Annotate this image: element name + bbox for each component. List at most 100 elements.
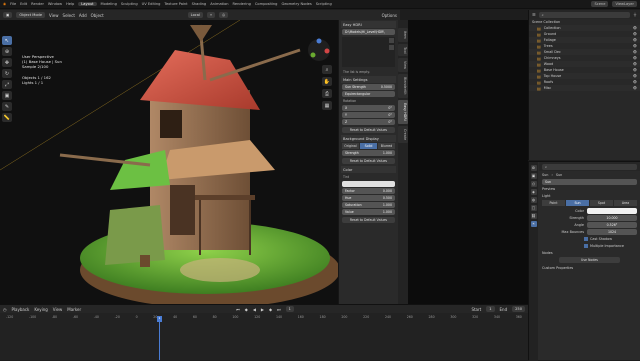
tab-layout[interactable]: Layout: [78, 2, 97, 6]
tab-modeling[interactable]: Modeling: [101, 2, 117, 6]
remove-icon[interactable]: [389, 45, 394, 50]
menu-playback[interactable]: Playback: [12, 307, 30, 312]
pan-icon[interactable]: ✋: [322, 77, 332, 86]
jump-end-icon[interactable]: ⏭: [277, 307, 281, 312]
menu-add[interactable]: Add: [79, 13, 87, 18]
preview-header[interactable]: Preview: [539, 185, 640, 192]
visibility-icon[interactable]: 👁: [633, 86, 640, 90]
tab-blenderkit[interactable]: BlenderKit: [398, 74, 408, 98]
menu-timeline-view[interactable]: View: [53, 307, 63, 312]
visibility-icon[interactable]: 👁: [633, 32, 640, 36]
properties-search[interactable]: ⌕: [542, 163, 637, 170]
current-frame-field[interactable]: 1: [285, 306, 294, 312]
tab-compositing[interactable]: Compositing: [255, 2, 278, 6]
bg-solid-button[interactable]: Solid: [360, 143, 377, 149]
sun-button[interactable]: Sun: [566, 200, 589, 206]
tab-uv-editing[interactable]: UV Editing: [142, 2, 161, 6]
output-props-icon[interactable]: ⎙: [530, 181, 537, 187]
light-strength-field[interactable]: 10.000: [587, 214, 637, 221]
render-props-icon[interactable]: ▣: [530, 173, 537, 179]
bg-original-button[interactable]: Original: [342, 143, 359, 149]
background-display-header[interactable]: Background Display: [341, 135, 396, 142]
point-button[interactable]: Point: [542, 200, 565, 206]
grid-icon[interactable]: ▦: [322, 101, 332, 110]
scene-props-icon[interactable]: ◈: [530, 189, 537, 195]
nodes-header[interactable]: Nodes: [539, 249, 640, 256]
jump-start-icon[interactable]: ⏮: [236, 307, 240, 312]
add-icon[interactable]: [389, 38, 394, 43]
camera-view-icon[interactable]: ⎙: [322, 89, 332, 98]
constraint-props-icon[interactable]: ⛓: [530, 213, 537, 219]
light-data-icon[interactable]: ☀: [530, 221, 537, 227]
tab-animation[interactable]: Animation: [210, 2, 228, 6]
multiple-importance-checkbox[interactable]: [584, 243, 588, 248]
visibility-icon[interactable]: 👁: [633, 38, 640, 42]
outliner-editor-icon[interactable]: ☰: [532, 12, 536, 17]
rotation-z-field[interactable]: Z 0°: [342, 119, 395, 125]
measure-tool-icon[interactable]: 📏: [2, 113, 12, 122]
next-key-icon[interactable]: ◆: [269, 307, 272, 312]
color-header[interactable]: Color: [341, 166, 396, 173]
start-frame-field[interactable]: 1: [486, 306, 495, 312]
menu-render[interactable]: Render: [31, 2, 44, 6]
factor-field[interactable]: Factor 0.000: [342, 188, 395, 194]
tab-geometry-nodes[interactable]: Geometry Nodes: [281, 2, 311, 6]
tab-shading[interactable]: Shading: [192, 2, 207, 6]
menu-select[interactable]: Select: [63, 13, 75, 18]
rotation-y-field[interactable]: Y 0°: [342, 112, 395, 118]
tab-sculpting[interactable]: Sculpting: [121, 2, 138, 6]
sun-strength-field[interactable]: Sun Strength 0.5000: [342, 84, 395, 90]
timeline-ruler[interactable]: -120 -100 -80 -60 -40 -20 0 20 40 60 80 100 120 140 16…: [0, 313, 528, 320]
move-tool-icon[interactable]: ✥: [2, 58, 12, 67]
max-bounces-field[interactable]: 1024: [587, 228, 637, 235]
proportional-icon[interactable]: ◎: [219, 12, 229, 18]
visibility-icon[interactable]: 👁: [633, 26, 640, 30]
view-layer-selector[interactable]: ViewLayer: [612, 1, 637, 7]
mode-selector[interactable]: Object Mode: [16, 12, 46, 18]
menu-object[interactable]: Object: [91, 13, 104, 18]
visibility-icon[interactable]: 👁: [633, 62, 640, 66]
world-props-icon[interactable]: ◍: [530, 197, 537, 203]
hdri-preview-list[interactable]: [342, 37, 395, 67]
menu-window[interactable]: Window: [48, 2, 62, 6]
projection-select[interactable]: Equirectangular: [342, 91, 395, 97]
value-field[interactable]: Value 1.000: [342, 209, 395, 215]
tab-texture-paint[interactable]: Texture Paint: [164, 2, 187, 6]
panel-title[interactable]: Easy HDRI: [341, 21, 396, 28]
visibility-icon[interactable]: 👁: [633, 80, 640, 84]
rotate-tool-icon[interactable]: ↻: [2, 69, 12, 78]
cursor-tool-icon[interactable]: ⊕: [2, 47, 12, 56]
3d-viewport[interactable]: User Perspective (1) Base House | Sun Samp…: [0, 20, 338, 304]
menu-marker[interactable]: Marker: [67, 307, 81, 312]
prev-key-icon[interactable]: ◆: [245, 307, 248, 312]
visibility-icon[interactable]: 👁: [633, 68, 640, 72]
object-props-icon[interactable]: □: [530, 205, 537, 211]
light-color-swatch[interactable]: [587, 207, 637, 214]
play-icon[interactable]: ▶: [261, 307, 264, 312]
rotation-x-field[interactable]: X 0°: [342, 105, 395, 111]
tab-view[interactable]: View: [398, 58, 408, 73]
select-tool-icon[interactable]: ↖: [2, 36, 12, 45]
play-reverse-icon[interactable]: ◀: [253, 307, 256, 312]
visibility-icon[interactable]: 👁: [633, 74, 640, 78]
filter-icon[interactable]: ⏚: [633, 12, 637, 18]
outliner-item[interactable]: ▤ Misc 👁: [529, 85, 640, 91]
main-settings-header[interactable]: Main Settings: [341, 76, 396, 83]
menu-help[interactable]: Help: [66, 2, 74, 6]
tab-scripting[interactable]: Scripting: [316, 2, 332, 6]
use-nodes-button[interactable]: Use Nodes: [559, 257, 620, 263]
scale-tool-icon[interactable]: ⤢: [2, 80, 12, 89]
bg-strength-field[interactable]: Strength 1.000: [342, 150, 395, 156]
reset-main-button[interactable]: Reset to Default Values: [342, 127, 395, 133]
transform-tool-icon[interactable]: ▣: [2, 91, 12, 100]
timeline-editor-icon[interactable]: ◷: [3, 307, 7, 312]
hue-field[interactable]: Hue 0.500: [342, 195, 395, 201]
area-button[interactable]: Area: [614, 200, 637, 206]
menu-view[interactable]: View: [49, 13, 59, 18]
light-header[interactable]: Light: [539, 192, 640, 199]
annotate-tool-icon[interactable]: ✎: [2, 102, 12, 111]
tab-create[interactable]: Create: [398, 125, 408, 143]
spot-button[interactable]: Spot: [590, 200, 613, 206]
editor-type-icon[interactable]: ▣: [3, 12, 13, 18]
tab-item[interactable]: Item: [398, 28, 408, 42]
